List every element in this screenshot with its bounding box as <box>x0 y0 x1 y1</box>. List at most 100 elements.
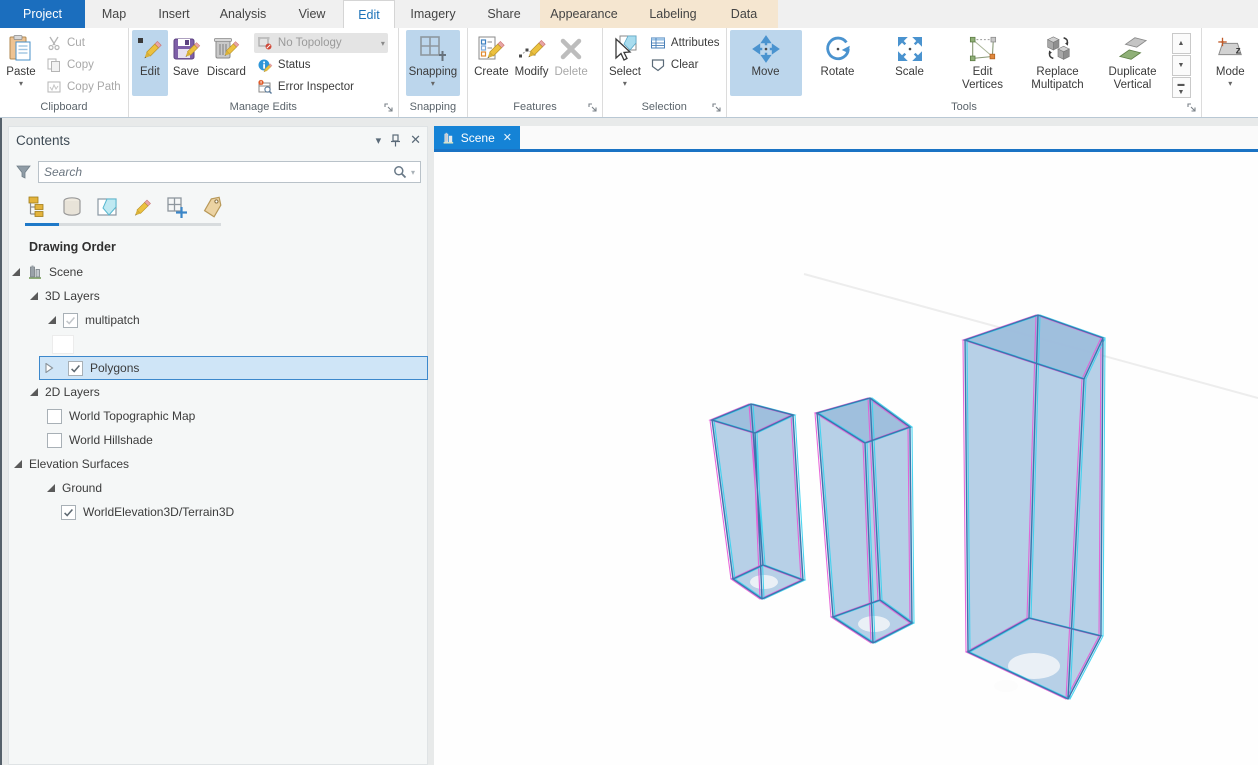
search-options-caret[interactable]: ▾ <box>411 168 415 177</box>
expanded-icon[interactable] <box>47 315 57 325</box>
group-mode: z Mode ▾ <box>1202 28 1258 117</box>
gallery-scroll-up-button[interactable]: ▲ <box>1171 33 1191 54</box>
scene-3d-canvas[interactable] <box>434 152 1258 765</box>
error-inspector-button[interactable]: Error Inspector <box>254 77 388 97</box>
rotate-tool-button[interactable]: Rotate <box>802 30 874 96</box>
tab-insert[interactable]: Insert <box>143 0 205 28</box>
tab-map[interactable]: Map <box>85 0 143 28</box>
tree-item-polygons[interactable]: Polygons <box>39 356 428 380</box>
tab-project[interactable]: Project <box>0 0 85 28</box>
group-selection: Select ▾ Attributes Clear Selection <box>603 28 727 117</box>
tree-label: World Hillshade <box>69 433 153 447</box>
tree-label: Elevation Surfaces <box>29 457 130 471</box>
scale-tool-button[interactable]: Scale <box>874 30 946 96</box>
replace-multipatch-button[interactable]: Replace Multipatch <box>1020 30 1096 96</box>
search-input[interactable] <box>44 165 393 179</box>
filter-icon[interactable] <box>15 164 32 181</box>
expanded-icon[interactable] <box>29 387 39 397</box>
search-icon[interactable] <box>393 165 407 179</box>
tab-share[interactable]: Share <box>471 0 537 28</box>
collapsed-icon[interactable] <box>44 363 54 373</box>
modify-label: Modify <box>514 66 549 78</box>
tab-appearance[interactable]: Appearance <box>540 0 628 28</box>
tab-view[interactable]: View <box>281 0 343 28</box>
clear-label: Clear <box>670 59 699 71</box>
expanded-icon[interactable] <box>11 267 21 277</box>
cut-button[interactable]: Cut <box>43 33 124 53</box>
gallery-expand-button[interactable]: ▬ ▼ <box>1171 77 1191 98</box>
delete-features-button[interactable]: Delete <box>551 30 590 96</box>
mode-label: Mode <box>1215 66 1245 78</box>
list-by-editing-icon[interactable] <box>130 195 154 219</box>
list-by-labeling-icon[interactable] <box>200 195 224 219</box>
tab-edit[interactable]: Edit <box>343 0 395 28</box>
edit-button[interactable]: Edit <box>131 30 168 96</box>
tools-gallery-scroll: ▲ ▼ ▬ ▼ <box>1171 33 1191 98</box>
close-pane-icon[interactable]: ✕ <box>410 132 421 148</box>
status-button[interactable]: Status <box>254 55 388 75</box>
create-features-button[interactable]: Create <box>471 30 512 96</box>
tree-item-scene[interactable]: Scene <box>9 260 427 284</box>
pin-icon[interactable] <box>390 133 401 147</box>
tree-item-3d-layers[interactable]: 3D Layers <box>9 284 427 308</box>
copy-path-button[interactable]: Copy Path <box>43 77 124 97</box>
copy-button[interactable]: Copy <box>43 55 124 75</box>
drawing-order-heading: Drawing Order <box>29 240 116 254</box>
multipatch-checkbox[interactable] <box>63 312 78 328</box>
edit-vertices-button[interactable]: Edit Vertices <box>946 30 1020 96</box>
move-tool-button[interactable]: Move <box>729 30 802 96</box>
tree-label: multipatch <box>85 313 140 327</box>
tab-labeling[interactable]: Labeling <box>628 0 718 28</box>
tree-item-ground[interactable]: Ground <box>9 476 427 500</box>
list-by-drawing-order-icon[interactable] <box>25 195 49 219</box>
create-label: Create <box>474 66 509 78</box>
snapping-button[interactable]: Snapping ▾ <box>405 30 461 96</box>
polygons-checkbox[interactable] <box>68 360 83 376</box>
multipatch-box-left[interactable] <box>708 403 807 600</box>
features-dialog-launcher[interactable] <box>588 103 599 114</box>
tree-item-elevation-surfaces[interactable]: Elevation Surfaces <box>9 452 427 476</box>
scene-view-tab[interactable]: Scene ✕ <box>434 126 520 149</box>
tree-item-world-topographic-map[interactable]: World Topographic Map <box>9 404 427 428</box>
close-view-icon[interactable]: ✕ <box>503 131 512 144</box>
tab-analysis[interactable]: Analysis <box>205 0 281 28</box>
tree-item-multipatch[interactable]: multipatch <box>9 308 427 332</box>
world-elevation-checkbox[interactable] <box>61 504 76 520</box>
pane-menu-caret-icon[interactable]: ▾ <box>376 134 382 147</box>
save-edits-button[interactable]: Save <box>168 30 204 96</box>
manage-edits-dialog-launcher[interactable] <box>384 103 395 114</box>
list-by-snapping-icon[interactable] <box>165 195 189 219</box>
selection-dialog-launcher[interactable] <box>711 103 723 114</box>
topology-dropdown[interactable]: No Topology ▾ <box>253 33 388 53</box>
modify-features-button[interactable]: Modify <box>512 30 552 96</box>
clear-selection-button[interactable]: Clear <box>647 55 723 75</box>
paste-button[interactable]: Paste ▾ <box>3 30 39 96</box>
expanded-icon[interactable] <box>46 483 56 493</box>
tree-item-multipatch-symbol[interactable] <box>9 332 427 356</box>
tree-item-2d-layers[interactable]: 2D Layers <box>9 380 427 404</box>
discard-edits-button[interactable]: Discard <box>204 30 249 96</box>
select-button[interactable]: Select ▾ <box>606 30 644 96</box>
mode-button[interactable]: z Mode ▾ <box>1212 30 1248 96</box>
tab-data[interactable]: Data <box>718 0 770 28</box>
world-topographic-map-checkbox[interactable] <box>47 408 62 424</box>
attributes-button[interactable]: Attributes <box>647 33 723 53</box>
error-inspector-icon <box>258 79 272 94</box>
multipatch-box-middle[interactable] <box>813 397 916 644</box>
world-hillshade-checkbox[interactable] <box>47 432 62 448</box>
ribbon-tab-bar: Project Map Insert Analysis View Edit Im… <box>0 0 1258 28</box>
attributes-icon <box>650 37 665 49</box>
tree-item-world-elevation[interactable]: WorldElevation3D/Terrain3D <box>9 500 427 524</box>
expanded-icon[interactable] <box>29 291 39 301</box>
gallery-scroll-down-button[interactable]: ▼ <box>1171 55 1191 76</box>
tab-imagery[interactable]: Imagery <box>395 0 471 28</box>
tools-dialog-launcher[interactable] <box>1187 103 1198 114</box>
tree-item-world-hillshade[interactable]: World Hillshade <box>9 428 427 452</box>
multipatch-box-right[interactable] <box>961 314 1106 700</box>
expanded-icon[interactable] <box>13 459 23 469</box>
layer-symbol-swatch[interactable] <box>53 335 73 353</box>
duplicate-vertical-button[interactable]: Duplicate Vertical <box>1096 30 1170 96</box>
list-by-data-source-icon[interactable] <box>60 195 84 219</box>
save-label: Save <box>172 66 200 78</box>
list-by-selection-icon[interactable] <box>95 195 119 219</box>
